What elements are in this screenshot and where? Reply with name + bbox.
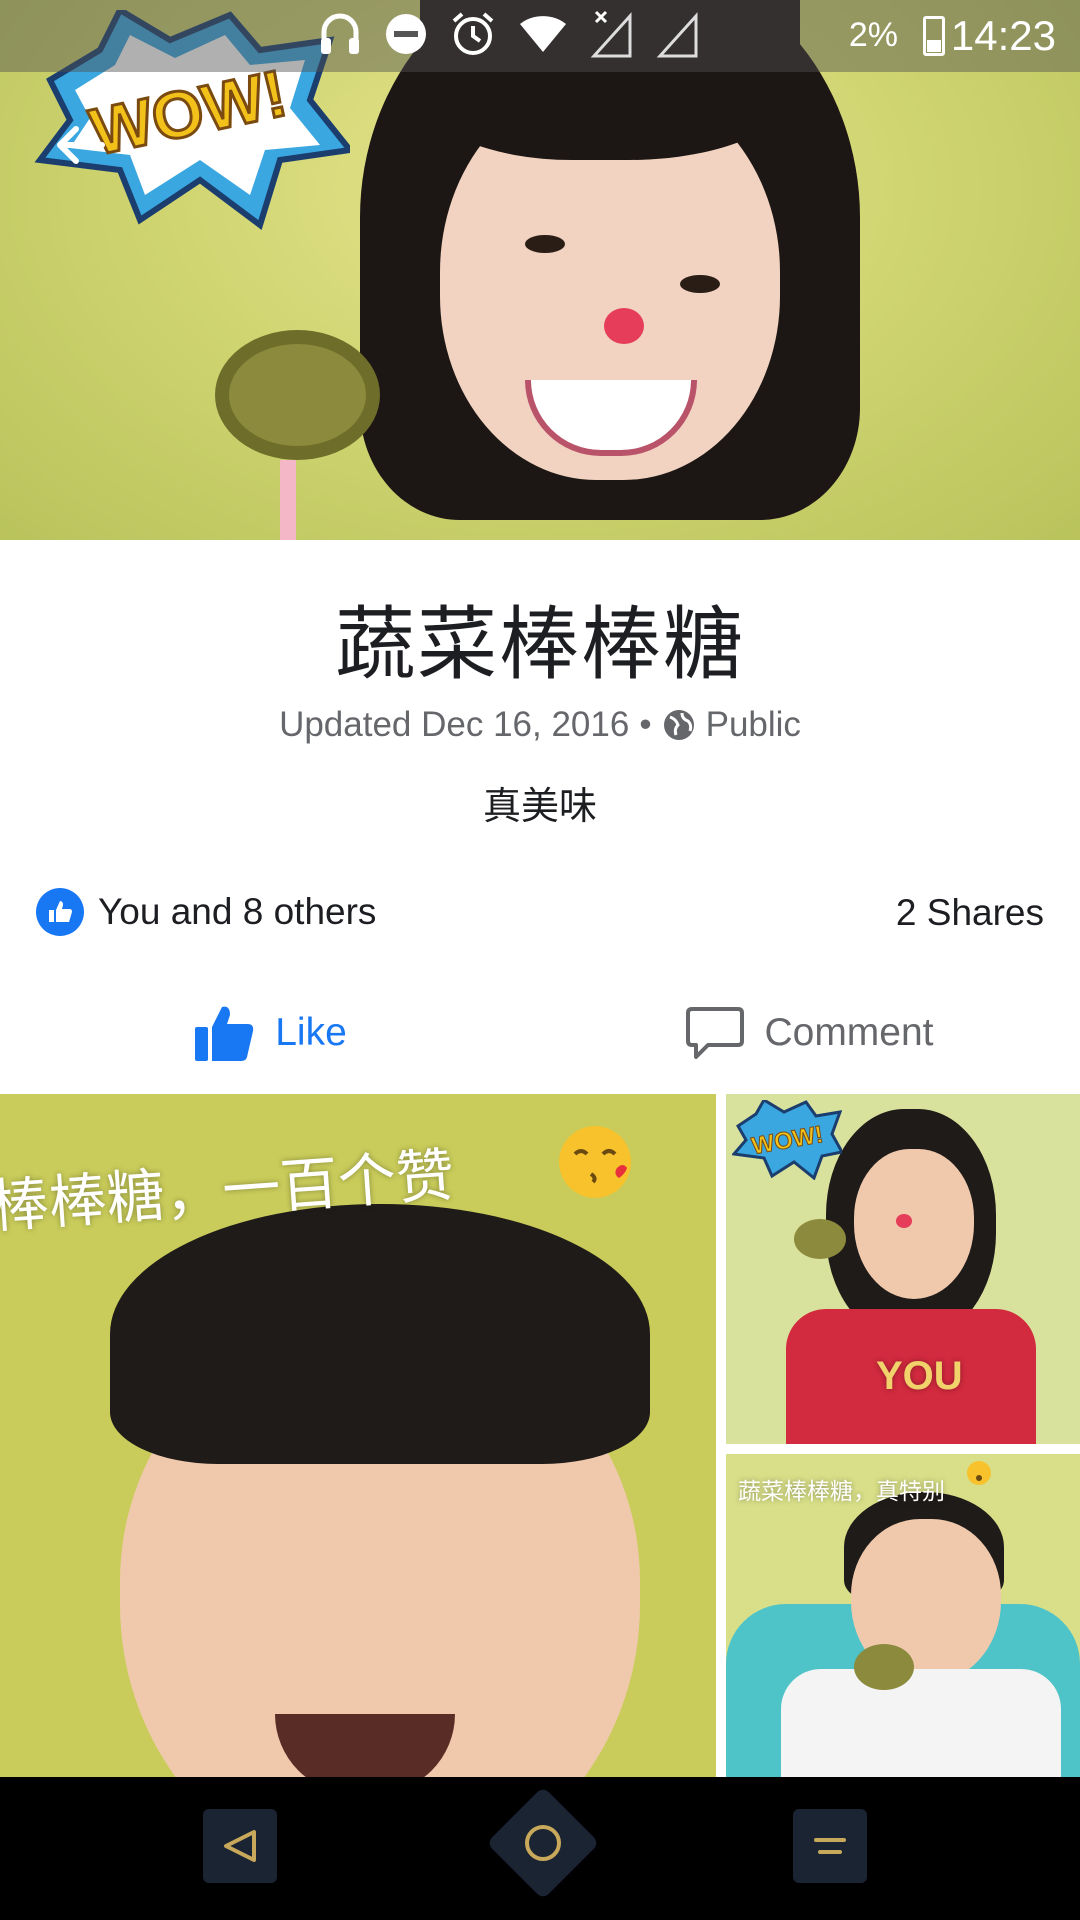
nav-back-button[interactable] [203, 1809, 277, 1883]
small-photo-caption: 蔬菜棒棒糖，真特别 [738, 1479, 945, 1505]
boy-open-mouth [275, 1714, 455, 1777]
reactions-summary-text: You and 8 others [98, 891, 377, 932]
comment-bubble-icon [686, 1006, 745, 1059]
small-lollipop [794, 1219, 846, 1259]
signal-icon [656, 12, 698, 58]
thumbs-up-icon [195, 1006, 254, 1061]
comment-button[interactable]: Comment [540, 990, 1080, 1075]
album-title: 蔬菜棒棒糖 [335, 598, 745, 691]
thumbs-up-mini-icon [49, 901, 72, 922]
status-icons [318, 10, 700, 58]
nav-home-button[interactable] [486, 1786, 600, 1900]
photo-small-boy[interactable]: 蔬菜棒棒糖，真特别 [726, 1454, 1080, 1777]
alarm-icon [452, 12, 494, 55]
navigation-bar [0, 1777, 1080, 1920]
small-boy-lollipop [854, 1644, 914, 1690]
battery-icon [923, 16, 945, 56]
shirt-text: YOU [876, 1354, 963, 1398]
album-description: 真美味 [482, 784, 597, 828]
action-bar: Like Comment [0, 990, 1080, 1075]
reactions-summary[interactable]: You and 8 others [36, 888, 376, 936]
battery-percent: 2% [848, 16, 898, 54]
album-updated-date: Updated Dec 16, 2016 [279, 705, 630, 744]
kiss-emoji-icon [559, 1126, 631, 1198]
cover-eye-right [680, 275, 720, 293]
back-button[interactable] [50, 115, 110, 175]
cover-nose-sticker [604, 308, 644, 344]
cover-eye-left [525, 235, 565, 253]
globe-icon [663, 710, 694, 740]
small-boy-shirt [781, 1669, 1061, 1777]
no-signal-icon [590, 10, 632, 58]
album-privacy[interactable]: Public [706, 705, 801, 745]
nav-recents-button[interactable] [793, 1809, 867, 1883]
do-not-disturb-icon [386, 14, 426, 54]
photo-small-girl[interactable]: YOU WOW! [726, 1094, 1080, 1444]
status-time: 14:23 [950, 12, 1056, 59]
headphones-icon [321, 13, 359, 54]
back-arrow-icon [57, 126, 105, 164]
cover-lollipop [215, 330, 380, 460]
photo-large-boy[interactable]: 棒棒糖，一百个赞 [0, 1094, 716, 1777]
wow-small-sticker-icon: WOW! [732, 1100, 842, 1180]
nav-recents-icon [814, 1838, 846, 1854]
dizzy-emoji-icon [967, 1461, 991, 1485]
like-button-label: Like [275, 1010, 347, 1054]
shares-count[interactable]: 2 Shares [896, 892, 1044, 934]
nav-home-circle-icon [525, 1825, 561, 1861]
nav-back-triangle-icon [224, 1830, 256, 1862]
wifi-icon [520, 16, 566, 52]
boy-hair [110, 1204, 650, 1464]
album-meta: Updated Dec 16, 2016 • Public [0, 705, 1080, 745]
like-reaction-icon [36, 888, 84, 936]
girl-nose-sticker [896, 1214, 912, 1228]
photo-grid: 棒棒糖，一百个赞 YOU WOW! 蔬菜棒棒糖，真特别 [0, 1094, 1080, 1777]
album-cover-photo[interactable]: WOW! [0, 0, 1080, 540]
girl-face [854, 1149, 974, 1299]
status-bar: 2% 14:23 [0, 0, 1080, 72]
comment-button-label: Comment [764, 1010, 934, 1054]
cover-lollipop-stick [280, 460, 296, 540]
meta-separator: • [639, 705, 652, 744]
like-button[interactable]: Like [0, 990, 540, 1075]
